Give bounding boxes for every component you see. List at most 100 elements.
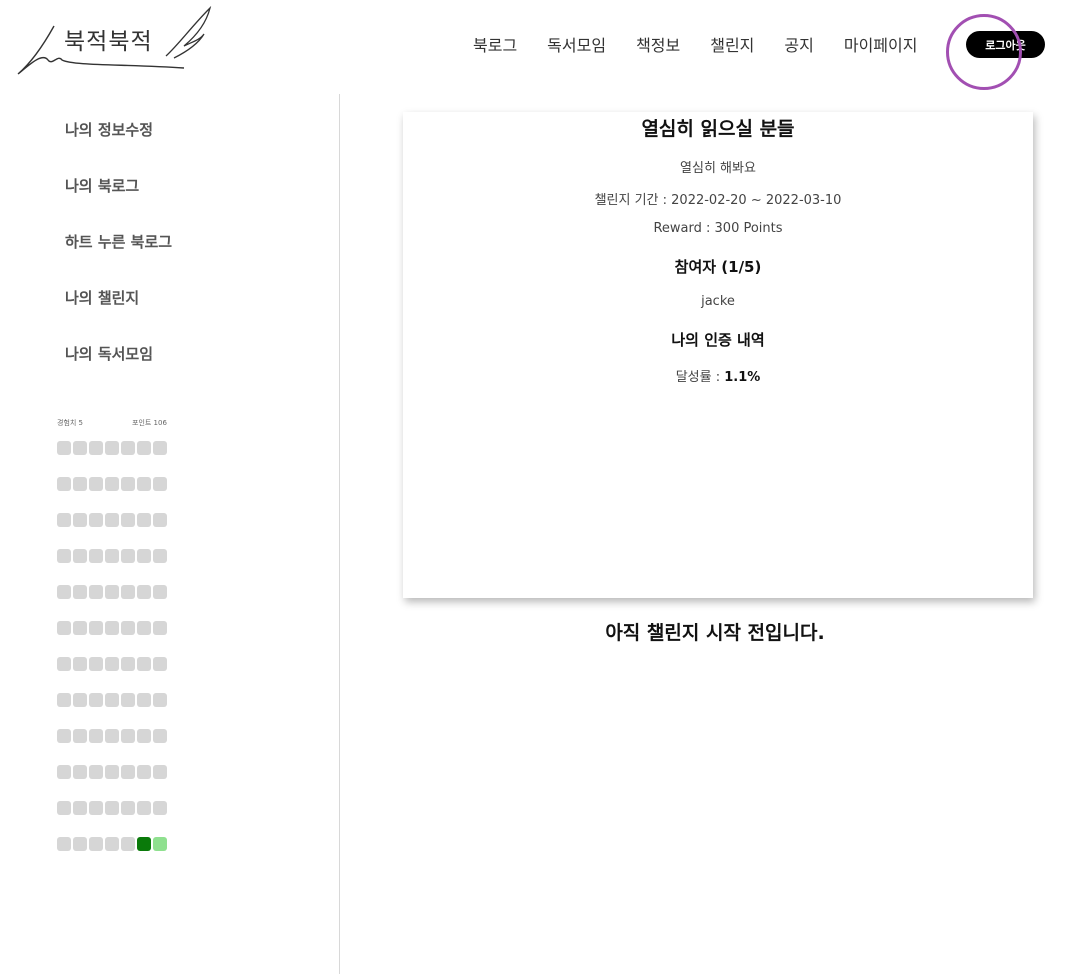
heatmap-cell: [57, 477, 71, 491]
heatmap-row: [57, 837, 169, 873]
heatmap-cell: [153, 549, 167, 563]
heatmap-cell: [105, 585, 119, 599]
heatmap-cell: [73, 585, 87, 599]
heatmap-row: [57, 621, 169, 657]
sidebar-item-my-challenge[interactable]: 나의 챌린지: [65, 286, 172, 342]
experience-label: 경험치 5: [57, 419, 83, 427]
heatmap-row: [57, 801, 169, 837]
heatmap-cell: [137, 837, 151, 851]
heatmap-cell: [137, 585, 151, 599]
sidebar-item-edit-profile[interactable]: 나의 정보수정: [65, 118, 172, 174]
heatmap-cell: [121, 441, 135, 455]
nav-reading-group[interactable]: 독서모임: [539, 28, 614, 60]
nav-booklog[interactable]: 북로그: [465, 28, 525, 60]
user-stats: 경험치 5 포인트 106: [57, 418, 171, 428]
participant-name: jacke: [701, 294, 735, 309]
nav-mypage[interactable]: 마이페이지: [836, 28, 926, 60]
nav-book-info[interactable]: 책정보: [628, 28, 688, 60]
heatmap-cell: [89, 693, 103, 707]
sidebar-item-my-reading-group[interactable]: 나의 독서모임: [65, 342, 172, 398]
heatmap-cell: [73, 477, 87, 491]
challenge-reward: Reward : 300 Points: [653, 221, 783, 236]
heatmap-cell: [153, 513, 167, 527]
challenge-status-message: 아직 챌린지 시작 전입니다.: [605, 622, 825, 644]
heatmap-cell: [89, 657, 103, 671]
main-nav: 북로그 독서모임 책정보 챌린지 공지 마이페이지: [458, 28, 932, 60]
heatmap-cell: [121, 585, 135, 599]
nav-notice[interactable]: 공지: [776, 28, 821, 60]
my-cert-heading: 나의 인증 내역: [671, 331, 765, 349]
heatmap-cell: [89, 585, 103, 599]
heatmap-cell: [89, 549, 103, 563]
heatmap-cell: [137, 621, 151, 635]
achievement-label: 달성률 :: [675, 370, 725, 385]
heatmap-cell: [57, 549, 71, 563]
heatmap-cell: [137, 477, 151, 491]
activity-heatmap: [57, 441, 169, 873]
heatmap-cell: [121, 657, 135, 671]
heatmap-cell: [73, 549, 87, 563]
heatmap-cell: [57, 513, 71, 527]
heatmap-row: [57, 441, 169, 477]
heatmap-cell: [73, 729, 87, 743]
heatmap-row: [57, 729, 169, 765]
heatmap-cell: [73, 441, 87, 455]
heatmap-cell: [57, 693, 71, 707]
heatmap-cell: [121, 549, 135, 563]
heatmap-cell: [121, 765, 135, 779]
heatmap-cell: [137, 441, 151, 455]
heatmap-cell: [89, 837, 103, 851]
heatmap-row: [57, 657, 169, 693]
sidebar-item-liked-booklog[interactable]: 하트 누른 북로그: [65, 230, 172, 286]
heatmap-cell: [153, 441, 167, 455]
heatmap-cell: [153, 801, 167, 815]
heatmap-cell: [89, 441, 103, 455]
heatmap-cell: [57, 585, 71, 599]
logout-button[interactable]: 로그아웃: [966, 31, 1045, 58]
heatmap-cell: [121, 837, 135, 851]
heatmap-cell: [137, 657, 151, 671]
heatmap-cell: [57, 765, 71, 779]
heatmap-cell: [73, 621, 87, 635]
heatmap-cell: [105, 657, 119, 671]
heatmap-cell: [57, 441, 71, 455]
heatmap-cell: [73, 837, 87, 851]
heatmap-row: [57, 549, 169, 585]
heatmap-cell: [121, 477, 135, 491]
heatmap-cell: [137, 513, 151, 527]
heatmap-cell: [121, 801, 135, 815]
heatmap-cell: [153, 765, 167, 779]
heatmap-cell: [57, 837, 71, 851]
heatmap-cell: [105, 441, 119, 455]
heatmap-cell: [153, 837, 167, 851]
heatmap-cell: [153, 693, 167, 707]
heatmap-cell: [105, 477, 119, 491]
participants-heading: 참여자 (1/5): [674, 258, 762, 276]
heatmap-cell: [73, 801, 87, 815]
heatmap-cell: [57, 729, 71, 743]
heatmap-cell: [137, 765, 151, 779]
heatmap-cell: [121, 729, 135, 743]
site-logo[interactable]: 북적북적: [14, 4, 214, 78]
heatmap-cell: [89, 477, 103, 491]
sidebar-item-my-booklog[interactable]: 나의 북로그: [65, 174, 172, 230]
heatmap-cell: [105, 621, 119, 635]
heatmap-cell: [137, 549, 151, 563]
sidebar-divider: [339, 94, 340, 974]
challenge-description: 열심히 해봐요: [680, 161, 756, 176]
heatmap-cell: [89, 765, 103, 779]
heatmap-row: [57, 765, 169, 801]
nav-challenge[interactable]: 챌린지: [702, 28, 762, 60]
heatmap-cell: [105, 513, 119, 527]
heatmap-cell: [73, 693, 87, 707]
heatmap-cell: [137, 801, 151, 815]
heatmap-cell: [73, 765, 87, 779]
heatmap-cell: [105, 765, 119, 779]
heatmap-cell: [57, 621, 71, 635]
heatmap-cell: [89, 801, 103, 815]
heatmap-cell: [73, 657, 87, 671]
challenge-period: 챌린지 기간 : 2022-02-20 ~ 2022-03-10: [594, 193, 842, 208]
heatmap-cell: [153, 585, 167, 599]
heatmap-row: [57, 477, 169, 513]
heatmap-cell: [153, 621, 167, 635]
